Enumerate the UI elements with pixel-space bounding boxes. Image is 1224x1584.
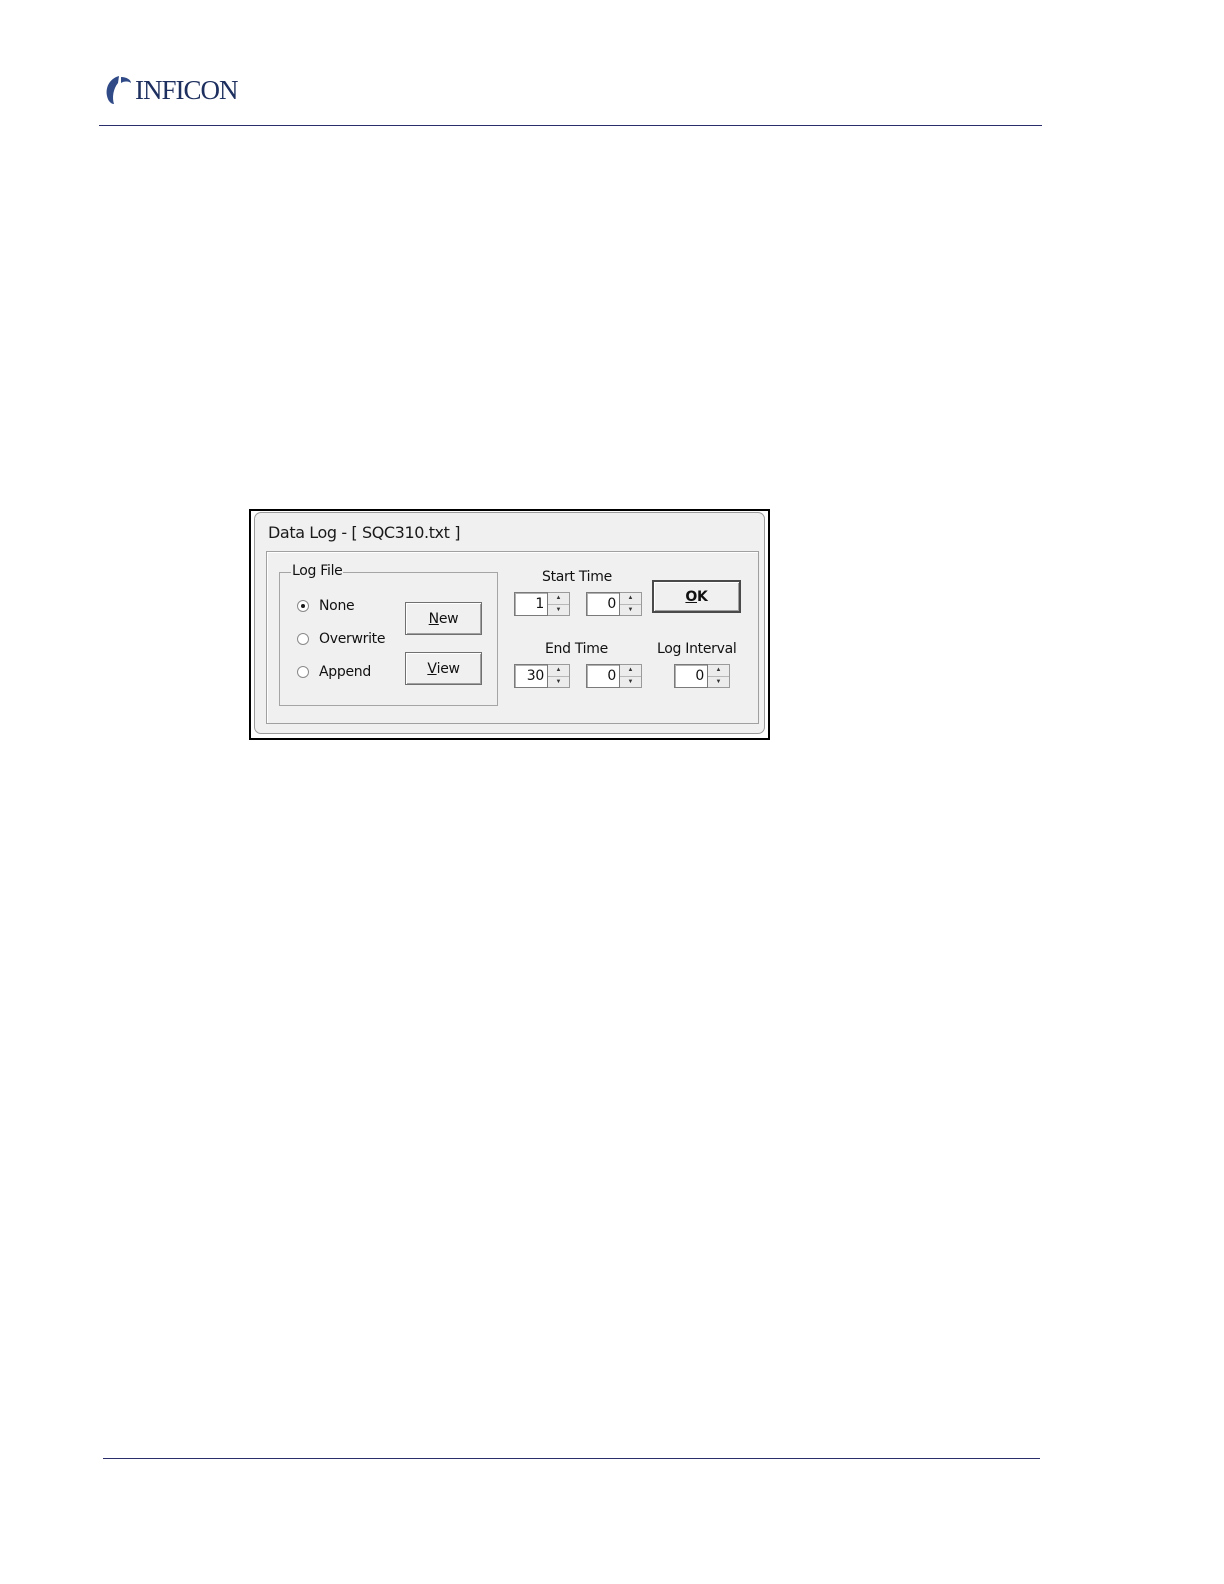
view-button[interactable]: View — [405, 652, 482, 685]
end-time-minutes-arrows[interactable]: ▲ ▼ — [620, 664, 642, 688]
spin-up-icon[interactable]: ▲ — [548, 593, 569, 604]
end-time-label: End Time — [545, 641, 608, 657]
radio-append-icon[interactable] — [297, 666, 309, 678]
dialog-client-area: Log File None Overwrite Append New V iew… — [266, 551, 759, 724]
start-time-minutes-field[interactable]: 0 — [586, 592, 620, 616]
radio-overwrite-label: Overwrite — [319, 631, 386, 647]
header-rule — [99, 125, 1042, 126]
spin-down-icon[interactable]: ▼ — [708, 675, 729, 688]
data-log-dialog: Data Log - [ SQC310.txt ] Log File None … — [254, 512, 765, 734]
radio-append-label: Append — [319, 664, 371, 680]
new-button-label: ew — [438, 610, 459, 627]
radio-none[interactable]: None — [297, 598, 355, 614]
spin-down-icon[interactable]: ▼ — [620, 603, 641, 616]
log-file-legend: Log File — [291, 563, 344, 579]
start-time-minutes-arrows[interactable]: ▲ ▼ — [620, 592, 642, 616]
start-time-hours-arrows[interactable]: ▲ ▼ — [548, 592, 570, 616]
end-time-hours-arrows[interactable]: ▲ ▼ — [548, 664, 570, 688]
spin-up-icon[interactable]: ▲ — [620, 665, 641, 676]
radio-none-icon[interactable] — [297, 600, 309, 612]
inficon-logo-icon — [106, 76, 131, 104]
spin-up-icon[interactable]: ▲ — [620, 593, 641, 604]
new-button-mnemonic: N — [428, 610, 439, 627]
radio-none-label: None — [319, 598, 355, 614]
footer-rule — [103, 1458, 1040, 1459]
radio-overwrite-icon[interactable] — [297, 633, 309, 645]
screenshot-frame: Data Log - [ SQC310.txt ] Log File None … — [249, 509, 770, 740]
radio-overwrite[interactable]: Overwrite — [297, 631, 385, 647]
log-file-group: Log File None Overwrite Append New V iew — [279, 563, 498, 706]
new-button[interactable]: New — [405, 602, 482, 635]
log-interval-label: Log Interval — [657, 641, 737, 657]
ok-button-mnemonic: O — [685, 588, 698, 605]
view-button-label: iew — [436, 660, 460, 677]
ok-button[interactable]: OK — [652, 580, 741, 613]
brand-name: INFICON — [135, 75, 239, 105]
view-button-mnemonic: V — [427, 660, 437, 677]
radio-append[interactable]: Append — [297, 664, 371, 680]
ok-button-label: K — [697, 588, 708, 605]
start-time-minutes-spinner[interactable]: 0 ▲ ▼ — [586, 592, 642, 616]
spin-down-icon[interactable]: ▼ — [548, 603, 569, 616]
end-time-minutes-spinner[interactable]: 0 ▲ ▼ — [586, 664, 642, 688]
dialog-title: Data Log - [ SQC310.txt ] — [268, 523, 461, 542]
log-interval-field[interactable]: 0 — [674, 664, 708, 688]
spin-up-icon[interactable]: ▲ — [708, 665, 729, 676]
start-time-hours-field[interactable]: 1 — [514, 592, 548, 616]
end-time-hours-spinner[interactable]: 30 ▲ ▼ — [514, 664, 570, 688]
inficon-logo: INFICON — [103, 74, 239, 106]
log-interval-spinner[interactable]: 0 ▲ ▼ — [674, 664, 730, 688]
end-time-hours-field[interactable]: 30 — [514, 664, 548, 688]
start-time-label: Start Time — [542, 569, 612, 585]
spin-down-icon[interactable]: ▼ — [620, 675, 641, 688]
spin-up-icon[interactable]: ▲ — [548, 665, 569, 676]
end-time-minutes-field[interactable]: 0 — [586, 664, 620, 688]
spin-down-icon[interactable]: ▼ — [548, 675, 569, 688]
log-interval-arrows[interactable]: ▲ ▼ — [708, 664, 730, 688]
start-time-hours-spinner[interactable]: 1 ▲ ▼ — [514, 592, 570, 616]
